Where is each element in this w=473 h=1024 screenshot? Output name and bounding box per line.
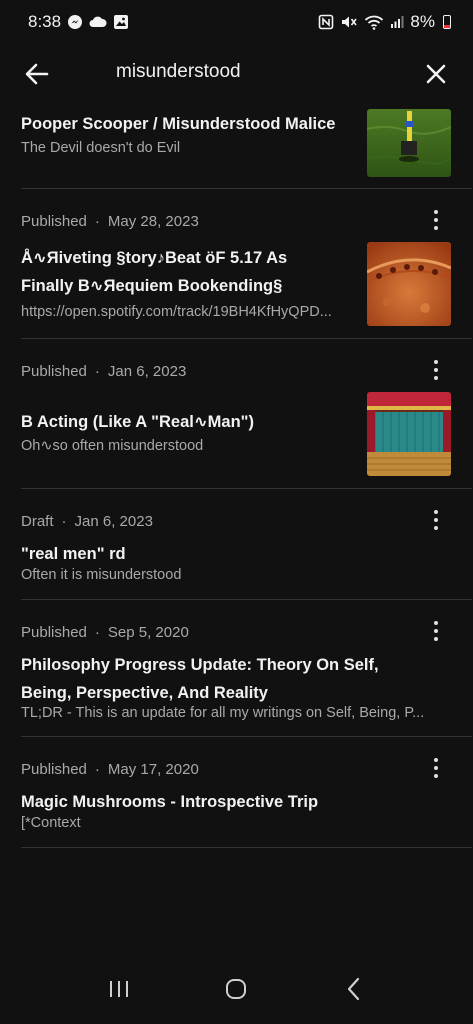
status-bar: 8:38 8% — [0, 0, 473, 44]
list-item[interactable]: Published · Sep 5, 2020 Philosophy Progres… — [21, 600, 472, 737]
post-status: Published — [21, 213, 87, 230]
more-options-button[interactable] — [426, 617, 446, 645]
post-meta: Published · Sep 5, 2020 — [21, 624, 189, 641]
post-thumbnail — [367, 242, 451, 326]
post-thumbnail — [367, 109, 451, 177]
status-right: 8% — [318, 12, 451, 32]
post-date: Sep 5, 2020 — [107, 624, 189, 641]
recent-apps-button[interactable] — [99, 969, 139, 1009]
post-meta: Published · May 17, 2020 — [21, 761, 199, 778]
mute-icon — [340, 14, 358, 30]
post-title: Pooper Scooper / Misunderstood Malice — [21, 115, 336, 133]
list-item[interactable]: Published · May 17, 2020 Magic Mushrooms -… — [21, 737, 472, 848]
post-date: Jan 6, 2023 — [107, 363, 187, 380]
post-status: Draft — [21, 513, 54, 530]
status-time: 8:38 — [28, 12, 62, 31]
post-subtitle: Often it is misunderstood — [21, 567, 182, 583]
post-meta: Published · Jan 6, 2023 — [21, 363, 187, 380]
post-title: B Acting (Like A "Real∿Man") — [21, 413, 254, 431]
list-item[interactable]: Published · May 28, 2023 Å∿Яiveting §tory♪… — [21, 189, 472, 339]
battery-percent: 8% — [410, 12, 435, 31]
battery-icon — [443, 15, 451, 29]
status-left: 8:38 — [28, 12, 129, 32]
chevron-left-icon — [348, 977, 360, 1001]
home-button[interactable] — [216, 969, 256, 1009]
list-item[interactable]: Published · Jan 6, 2023 B Acting (Like A "… — [21, 339, 472, 489]
close-icon — [426, 64, 446, 84]
post-title: Philosophy Progress Update: Theory On Se… — [21, 656, 379, 702]
post-status: Published — [21, 761, 87, 778]
post-subtitle: https://open.spotify.com/track/19BH4KfHy… — [21, 304, 332, 320]
cloud-icon — [89, 16, 107, 28]
back-nav-button[interactable] — [334, 969, 374, 1009]
post-title: Å∿Яiveting §tory♪Beat öF 5.17 As Finally… — [21, 249, 288, 295]
post-meta: Draft · Jan 6, 2023 — [21, 513, 153, 530]
search-input[interactable]: misunderstood — [116, 61, 241, 83]
post-meta: Published · May 28, 2023 — [21, 213, 199, 230]
post-status: Published — [21, 624, 87, 641]
gallery-icon — [113, 14, 129, 30]
more-options-button[interactable] — [426, 356, 446, 384]
post-title: "real men" rd — [21, 545, 126, 563]
back-button[interactable] — [22, 60, 52, 88]
post-date: May 28, 2023 — [107, 213, 199, 230]
post-subtitle: TL;DR - This is an update for all my wri… — [21, 705, 425, 721]
more-options-button[interactable] — [426, 754, 446, 782]
recent-apps-icon — [109, 981, 128, 997]
clear-search-button[interactable] — [421, 59, 451, 89]
arrow-left-icon — [25, 63, 49, 85]
post-subtitle: The Devil doesn't do Evil — [21, 140, 181, 156]
results-list: Pooper Scooper / Misunderstood Malice Th… — [0, 102, 473, 848]
system-nav-bar — [0, 954, 473, 1024]
search-header: misunderstood — [0, 44, 473, 102]
more-options-button[interactable] — [426, 506, 446, 534]
post-date: May 17, 2020 — [107, 761, 199, 778]
messenger-icon — [67, 14, 83, 30]
nfc-icon — [318, 14, 334, 30]
post-date: Jan 6, 2023 — [74, 513, 153, 530]
list-item[interactable]: Draft · Jan 6, 2023 "real men" rd Often it… — [21, 489, 472, 600]
post-title: Magic Mushrooms - Introspective Trip — [21, 793, 319, 811]
list-item[interactable]: Pooper Scooper / Misunderstood Malice Th… — [21, 102, 472, 189]
wifi-icon — [364, 14, 384, 30]
post-status: Published — [21, 363, 87, 380]
more-options-button[interactable] — [426, 206, 446, 234]
post-subtitle: [*Context — [21, 815, 81, 831]
post-subtitle: Oh∿so often misunderstood — [21, 438, 204, 454]
signal-icon — [390, 15, 404, 29]
post-thumbnail — [367, 392, 451, 476]
home-icon — [226, 979, 247, 999]
